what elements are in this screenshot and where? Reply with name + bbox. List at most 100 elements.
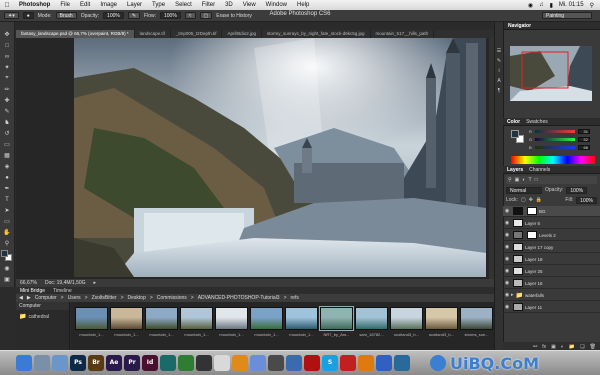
character-panel-icon[interactable]: A xyxy=(497,78,500,84)
red-slider[interactable] xyxy=(535,130,575,133)
layer-row[interactable]: ◉ Layer 18 xyxy=(503,254,600,265)
zoom-tool-icon[interactable]: ⚲ xyxy=(3,239,12,248)
menu-image[interactable]: Image xyxy=(95,2,122,8)
breadcrumb-item[interactable]: Commissions xyxy=(157,295,187,301)
healing-tool-icon[interactable]: ✚ xyxy=(3,96,12,105)
battery-icon[interactable]: ▮ xyxy=(550,2,553,9)
blur-tool-icon[interactable]: ◈ xyxy=(3,162,12,171)
quick-mask-icon[interactable]: ◉ xyxy=(3,264,12,273)
color-fg-swatch[interactable] xyxy=(511,130,519,138)
layer-name[interactable]: Layer 11 xyxy=(525,305,542,310)
visibility-eye-icon[interactable]: ◉ xyxy=(503,280,511,286)
dock-app-green-icon[interactable] xyxy=(178,354,194,371)
breadcrumb-item[interactable]: Computer xyxy=(35,295,57,301)
visibility-eye-icon[interactable]: ◉ xyxy=(503,268,511,274)
breadcrumb-item[interactable]: ZsoltsBitter xyxy=(92,295,117,301)
shape-tool-icon[interactable]: ▭ xyxy=(3,217,12,226)
menu-view[interactable]: View xyxy=(238,2,261,8)
layer-name[interactable]: Layer 6 xyxy=(525,221,540,226)
link-layers-icon[interactable]: ⚯ xyxy=(533,344,537,350)
breadcrumb-item[interactable]: refs xyxy=(291,295,299,301)
layer-name[interactable]: Layer 25 xyxy=(525,269,543,274)
kind-filter-icon[interactable]: ⚲ xyxy=(508,177,512,183)
clock[interactable]: Mi. 01:15 xyxy=(559,2,584,8)
back-arrow-icon[interactable]: ◀ xyxy=(19,295,23,301)
bridge-thumbnail[interactable] xyxy=(319,306,354,331)
menu-app-name[interactable]: Photoshop xyxy=(14,2,55,8)
dock-app-orange-icon[interactable] xyxy=(232,354,248,371)
bridge-thumbnail[interactable] xyxy=(250,307,283,330)
lock-pixels-icon[interactable]: ▢ xyxy=(521,197,526,203)
workspace-switcher[interactable]: Painting xyxy=(542,12,592,19)
filter-adjust-icon[interactable]: ◐ xyxy=(522,177,525,183)
tab-document[interactable]: _tmp005_t2Depth.tif xyxy=(171,30,223,38)
menu-layer[interactable]: Layer xyxy=(122,2,147,8)
type-tool-icon[interactable]: T xyxy=(3,195,12,204)
dock-app-pattern-icon[interactable] xyxy=(196,354,212,371)
dock-skype-icon[interactable]: S xyxy=(322,354,338,371)
apple-icon[interactable]:  xyxy=(0,2,14,9)
hand-tool-icon[interactable]: ✋ xyxy=(3,228,12,237)
layer-row[interactable]: ◉ Layer 17 copy xyxy=(503,242,600,253)
tab-timeline[interactable]: Timeline xyxy=(53,288,72,294)
visibility-eye-icon[interactable]: ◉ xyxy=(503,208,511,214)
trash-icon[interactable]: 🗑 xyxy=(590,344,596,350)
layer-name[interactable]: Layer 16 xyxy=(525,281,543,286)
bridge-thumbnail[interactable] xyxy=(425,307,458,330)
bridge-thumbnail[interactable] xyxy=(460,307,493,330)
bridge-thumbnail[interactable] xyxy=(110,307,143,330)
tab-active-document[interactable]: fantasy_landscape.psd @ 66,7% (overpaint… xyxy=(16,30,135,38)
menu-help[interactable]: Help xyxy=(292,2,314,8)
menu-window[interactable]: Window xyxy=(261,2,292,8)
green-value[interactable]: 52 xyxy=(578,137,590,142)
mode-select[interactable]: Brush xyxy=(55,12,77,19)
visibility-eye-icon[interactable]: ◉ xyxy=(503,220,511,226)
dock-app-red-icon[interactable] xyxy=(340,354,356,371)
bridge-thumbnail[interactable] xyxy=(355,307,388,330)
layer-group-row[interactable]: ◉ ▸ 📁 waterfalls xyxy=(503,290,600,301)
quick-select-tool-icon[interactable]: ✦ xyxy=(3,63,12,72)
tab-mini-bridge[interactable]: Mini Bridge xyxy=(20,288,45,294)
forward-arrow-icon[interactable]: ▶ xyxy=(27,295,31,301)
status-arrow-icon[interactable]: ▸ xyxy=(94,280,97,286)
filter-type-icon[interactable]: T xyxy=(528,177,531,183)
gradient-tool-icon[interactable]: ▦ xyxy=(3,151,12,160)
opacity-input[interactable]: 100% xyxy=(103,12,124,19)
fx-icon[interactable]: fx xyxy=(542,344,546,350)
lock-position-icon[interactable]: ✥ xyxy=(529,197,533,203)
brush-panel-icon[interactable]: ✎ xyxy=(497,58,501,64)
breadcrumb-item[interactable]: ADVANCED-PHOTOSHOP-Tutorial3 xyxy=(198,295,280,301)
layer-mask-thumbnail[interactable] xyxy=(527,231,537,239)
layer-row[interactable]: ◉ Layer 16 xyxy=(503,278,600,289)
layer-row[interactable]: ◉ Layer 6 xyxy=(503,218,600,229)
eyedropper-tool-icon[interactable]: ✏ xyxy=(3,85,12,94)
visibility-eye-icon[interactable]: ◉ xyxy=(503,292,511,298)
layer-row[interactable]: ◉ Layer 11 xyxy=(503,302,600,313)
group-expand-chevron-icon[interactable]: ▸ xyxy=(511,292,514,298)
dock-itunes-icon[interactable] xyxy=(250,354,266,371)
screen-mode-icon[interactable]: ▣ xyxy=(3,275,12,284)
bridge-thumbnail[interactable] xyxy=(180,307,213,330)
brush-tool-icon[interactable]: ✎ xyxy=(3,107,12,116)
layer-row[interactable]: ◉ BG xyxy=(503,206,600,217)
bridge-thumbnail[interactable] xyxy=(145,307,178,330)
volume-icon[interactable]: ♫ xyxy=(539,2,544,8)
dock-chrome-icon[interactable] xyxy=(214,354,230,371)
tab-document[interactable]: April5tdio2.jpg xyxy=(222,30,262,38)
foreground-color-swatch[interactable] xyxy=(1,250,8,257)
layer-name[interactable]: BG xyxy=(539,209,546,214)
eraser-tool-icon[interactable]: ▭ xyxy=(3,140,12,149)
crop-tool-icon[interactable]: ⌖ xyxy=(3,74,12,83)
menu-edit[interactable]: Edit xyxy=(75,2,95,8)
airbrush-icon[interactable]: ≈ xyxy=(184,12,196,19)
color-spectrum-ramp[interactable] xyxy=(511,156,595,164)
navigator-thumbnail[interactable] xyxy=(510,46,592,101)
layer-row[interactable]: ◉ Levels 2 xyxy=(503,230,600,241)
tab-document[interactable]: stormy_sunrays_by_night_fate_stock-d6kc5… xyxy=(262,30,371,38)
dock-bridge-icon[interactable]: Br xyxy=(88,354,104,371)
filter-image-icon[interactable]: ▣ xyxy=(515,177,520,183)
navigator-panel-title[interactable]: Navigator xyxy=(508,23,531,29)
dock-app-teal-icon[interactable] xyxy=(160,354,176,371)
filter-shape-icon[interactable]: □ xyxy=(535,177,538,183)
layer-row[interactable]: ◉ Layer 25 xyxy=(503,266,600,277)
